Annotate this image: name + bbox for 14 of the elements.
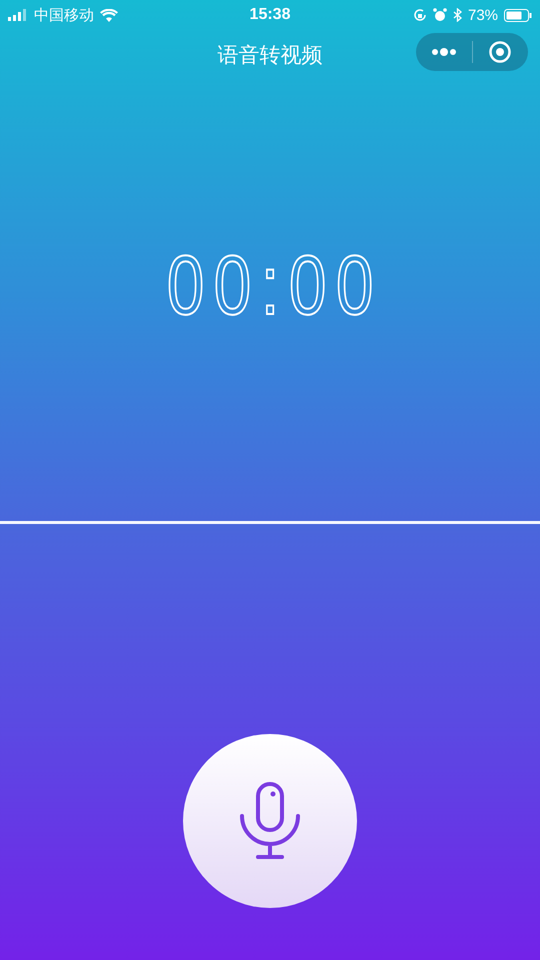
battery-percent: 73% xyxy=(468,6,498,24)
wifi-icon xyxy=(100,8,118,22)
page-title: 语音转视频 xyxy=(218,43,322,69)
bluetooth-icon xyxy=(452,8,462,22)
timer-display: 00:00 xyxy=(166,237,383,334)
alarm-icon xyxy=(432,8,447,22)
target-icon xyxy=(489,41,512,63)
rotation-lock-icon xyxy=(412,8,427,22)
microphone-icon xyxy=(239,782,301,860)
carrier-name: 中国移动 xyxy=(34,6,94,24)
battery-icon xyxy=(504,8,532,22)
clock-time: 15:38 xyxy=(250,6,290,24)
signal-icon xyxy=(8,9,28,21)
more-icon xyxy=(430,48,457,56)
